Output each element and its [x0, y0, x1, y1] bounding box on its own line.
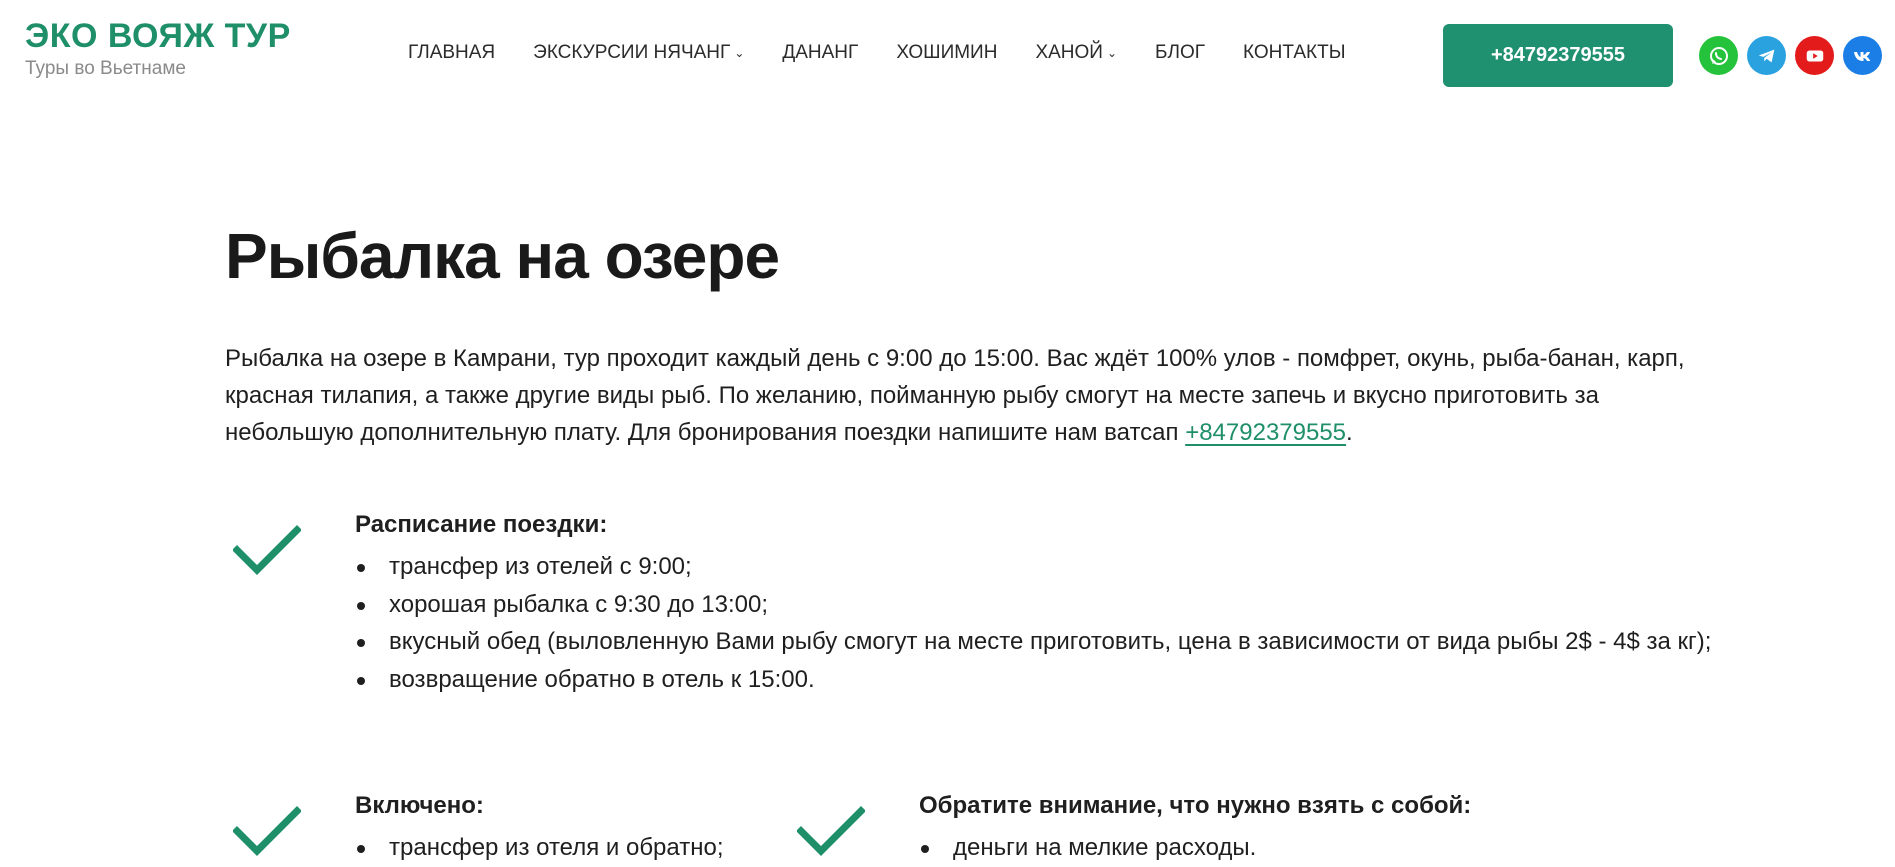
nav-item-danang[interactable]: ДАНАНГ [782, 42, 858, 64]
page-title: Рыбалка на озере [225, 220, 780, 292]
nav-item-blog[interactable]: БЛОГ [1155, 42, 1205, 64]
schedule-list: трансфер из отелей с 9:00; хорошая рыбал… [355, 548, 1819, 698]
nav-item-contacts[interactable]: КОНТАКТЫ [1243, 42, 1346, 64]
chevron-down-icon: ⌄ [734, 46, 745, 60]
included-list: трансфер из отеля и обратно; [355, 829, 724, 867]
youtube-icon[interactable] [1795, 36, 1834, 75]
whatsapp-icon[interactable] [1699, 36, 1738, 75]
list-item: хорошая рыбалка с 9:30 до 13:00; [355, 586, 1819, 624]
main-nav: ГЛАВНАЯ ЭКСКУРСИИ НЯЧАНГ ⌄ ДАНАНГ ХОШИМИН… [408, 42, 1384, 64]
schedule-title: Расписание поездки: [355, 511, 608, 538]
nav-label: ХОШИМИН [896, 42, 998, 63]
intro-paragraph: Рыбалка на озере в Камрани, тур проходит… [225, 340, 1685, 451]
checkmark-icon [232, 803, 302, 864]
schedule-block: Расписание поездки: трансфер из отелей с… [355, 510, 1819, 698]
social-links [1699, 36, 1882, 75]
list-item: вкусный обед (выловленную Вами рыбу смог… [355, 623, 1819, 661]
nav-label: БЛОГ [1155, 42, 1206, 63]
logo-subtitle: Туры во Вьетнаме [25, 58, 186, 79]
list-item: трансфер из отелей с 9:00; [355, 548, 1819, 586]
phone-link[interactable]: +84792379555 [1185, 419, 1346, 446]
chevron-down-icon: ⌄ [1106, 46, 1118, 60]
list-item: деньги на мелкие расходы. [919, 829, 1471, 867]
nav-item-hochiminh[interactable]: ХОШИМИН [896, 42, 997, 64]
nav-label: ДАНАНГ [782, 42, 859, 63]
nav-item-home[interactable]: ГЛАВНАЯ [408, 42, 495, 64]
included-block: Включено: трансфер из отеля и обратно; [355, 791, 724, 867]
nav-label: ХАНОЙ [1035, 42, 1103, 63]
bring-title: Обратите внимание, что нужно взять с соб… [919, 792, 1472, 819]
list-item: трансфер из отеля и обратно; [355, 829, 724, 867]
vk-icon[interactable] [1843, 36, 1882, 75]
bring-list: деньги на мелкие расходы. [919, 829, 1471, 867]
nav-item-excursions-nhatrang[interactable]: ЭКСКУРСИИ НЯЧАНГ ⌄ [533, 42, 744, 64]
phone-button[interactable]: +84792379555 [1443, 24, 1673, 87]
intro-end: . [1346, 419, 1353, 446]
site-logo[interactable]: ЭКО ВОЯЖ ТУР Туры во Вьетнаме [25, 16, 291, 80]
logo-title: ЭКО ВОЯЖ ТУР [25, 17, 291, 55]
bring-block: Обратите внимание, что нужно взять с соб… [919, 791, 1471, 867]
checkmark-icon [796, 803, 866, 864]
list-item: возвращение обратно в отель к 15:00. [355, 661, 1819, 699]
nav-label: ЭКСКУРСИИ НЯЧАНГ [533, 42, 731, 63]
included-title: Включено: [355, 792, 484, 819]
intro-text: Рыбалка на озере в Камрани, тур проходит… [225, 345, 1685, 446]
telegram-icon[interactable] [1747, 36, 1786, 75]
nav-label: КОНТАКТЫ [1243, 42, 1346, 63]
main-content: Рыбалка на озере Рыбалка на озере в Камр… [225, 220, 1711, 861]
nav-item-hanoi[interactable]: ХАНОЙ ⌄ [1035, 42, 1117, 64]
checkmark-icon [232, 522, 302, 583]
nav-label: ГЛАВНАЯ [408, 42, 496, 63]
